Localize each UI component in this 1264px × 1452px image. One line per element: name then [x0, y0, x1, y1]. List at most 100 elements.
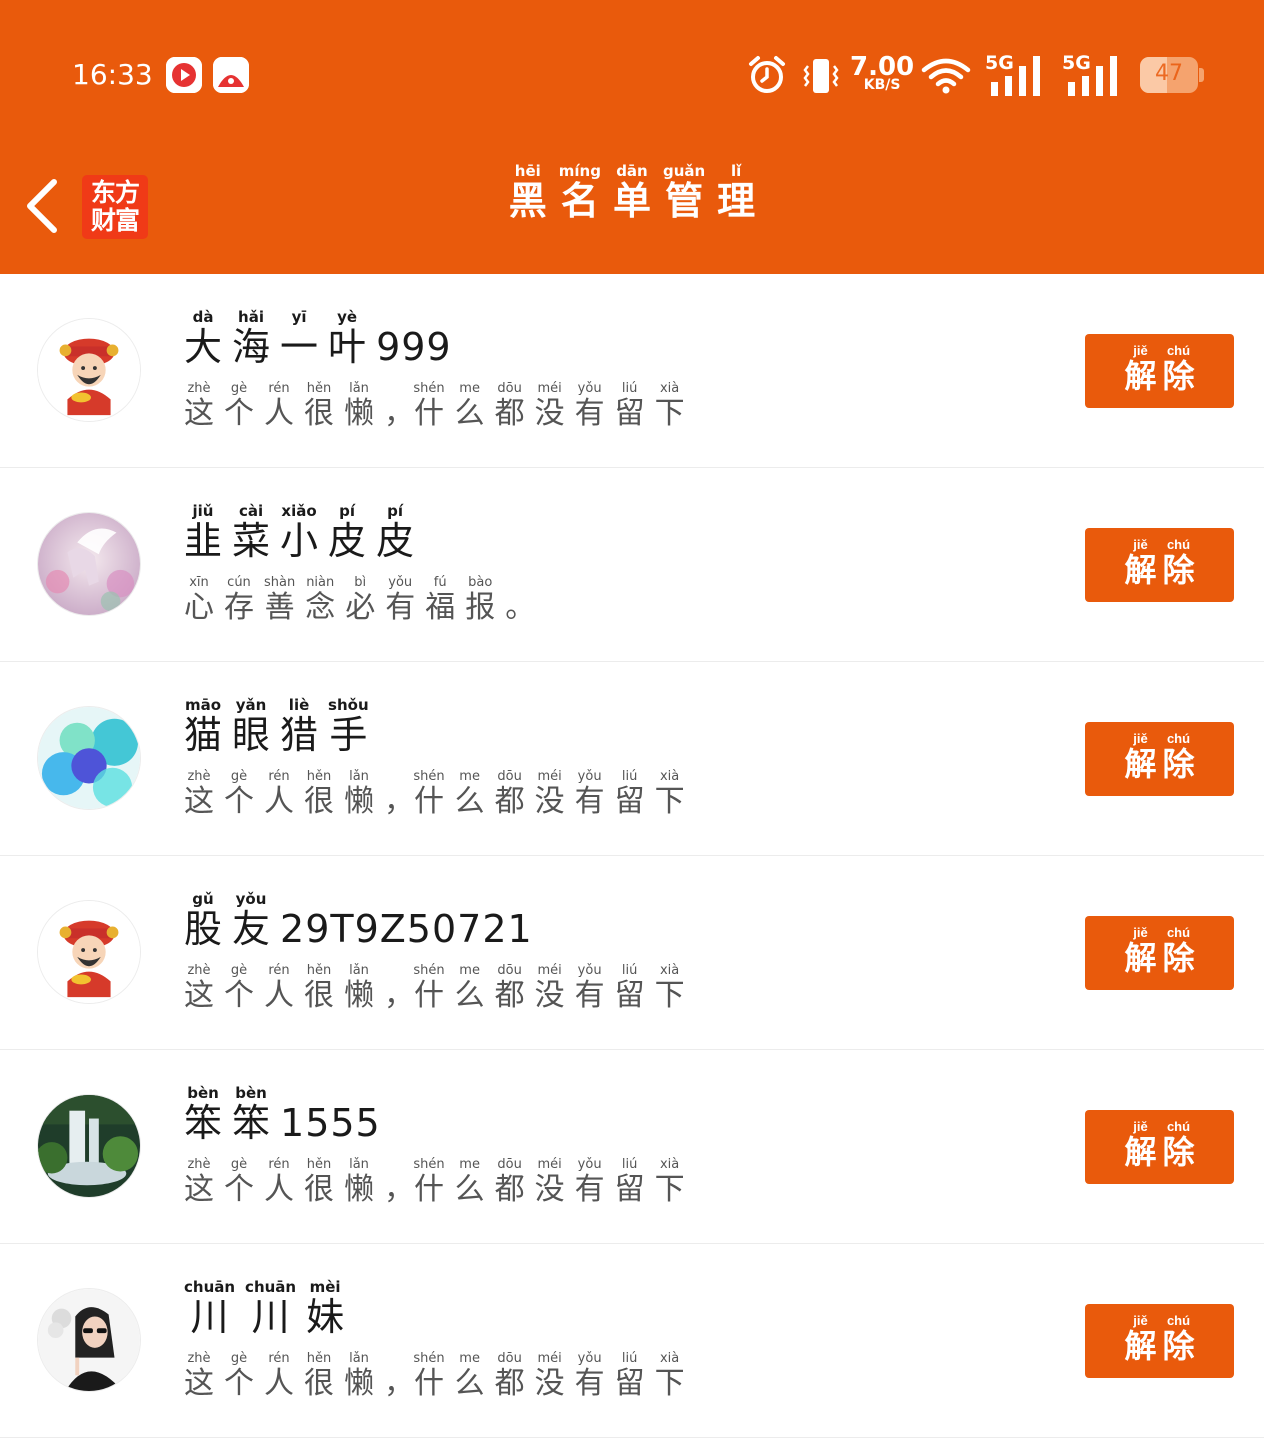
pinyin: dān — [612, 162, 651, 180]
list-item[interactable]: 韭jiǔ菜cài小xiǎo皮pí皮pí 心xīn存cún善shàn念niàn必bì… — [0, 468, 1264, 662]
hanzi-glyph: 一 — [280, 325, 319, 369]
hanzi-char: 笨bèn — [232, 1084, 271, 1145]
remove-button[interactable]: 解jiě除chú — [1085, 1110, 1234, 1184]
pinyin: yǒu — [232, 890, 271, 908]
pinyin: rén — [264, 1157, 294, 1172]
page-title: 黑hēi名míng单dān管guǎn理lǐ — [0, 162, 1264, 225]
hanzi-char: 善shàn — [264, 575, 296, 625]
hanzi-glyph: 这 — [184, 978, 214, 1013]
bubbles-avatar[interactable] — [37, 706, 141, 810]
hanzi-glyph: 留 — [614, 978, 645, 1013]
hanzi-glyph: 很 — [304, 784, 334, 819]
hanzi-char: 菜cài — [232, 502, 270, 563]
hanzi-char: 很hěn — [304, 963, 334, 1013]
god-of-wealth-avatar[interactable] — [37, 900, 141, 1004]
hanzi-char: 猎liè — [280, 696, 318, 757]
woman-avatar[interactable] — [37, 1288, 141, 1392]
hanzi-char: 么me — [455, 381, 485, 431]
user-name: 猫māo眼yǎn猎liè手shǒu — [184, 696, 379, 759]
pinyin: me — [454, 1351, 485, 1366]
pinyin: liè — [280, 696, 319, 714]
waterfall-avatar[interactable] — [37, 1094, 141, 1198]
pinyin: dōu — [494, 1157, 525, 1172]
hanzi-char: 都dōu — [494, 1351, 525, 1401]
remove-button[interactable]: 解jiě除chú — [1085, 334, 1234, 408]
pinyin: dōu — [494, 1351, 525, 1366]
hanzi-glyph: 下 — [654, 1366, 685, 1401]
alarm-icon — [748, 55, 786, 99]
pinyin: chú — [1162, 343, 1195, 358]
pinyin: shǒu — [328, 696, 369, 714]
pinyin: hěn — [304, 963, 334, 978]
remove-button[interactable]: 解jiě除chú — [1085, 916, 1234, 990]
hanzi-char: 必bì — [345, 575, 376, 625]
hanzi-char: 这zhè — [184, 381, 214, 431]
hanzi-glyph: 个 — [224, 978, 254, 1013]
hanzi-glyph: 善 — [264, 590, 296, 625]
pinyin: zhè — [184, 1351, 214, 1366]
hanzi-char: 解jiě — [1124, 925, 1156, 976]
hanzi-char: 留liú — [615, 769, 645, 819]
pinyin: māo — [184, 696, 222, 714]
pinyin: me — [454, 963, 485, 978]
dongfang-app-icon — [213, 57, 249, 93]
hanzi-glyph: 什 — [413, 1366, 445, 1401]
pinyin: mèi — [306, 1278, 345, 1296]
hanzi-char: 都dōu — [495, 963, 525, 1013]
hanzi-char: 单dān — [613, 162, 651, 223]
hanzi-char: 很hěn — [304, 1157, 334, 1207]
pinyin: yǒu — [385, 575, 416, 590]
hanzi-char: 没méi — [535, 1351, 565, 1401]
hanzi-char: 笨bèn — [184, 1084, 222, 1145]
hanzi-char: 没méi — [535, 769, 565, 819]
hanzi-glyph: 笨 — [232, 1101, 271, 1145]
god-of-wealth-avatar[interactable] — [37, 318, 141, 422]
list-item[interactable]: 笨bèn笨bèn1555 这zhè个gè人rén很hěn懒lǎn，什shén么me… — [0, 1050, 1264, 1244]
pinyin: hěn — [304, 1351, 334, 1366]
remove-button[interactable]: 解jiě除chú — [1085, 722, 1234, 796]
hanzi-glyph: 都 — [494, 1366, 525, 1401]
hanzi-glyph: 这 — [184, 1172, 214, 1207]
pinyin: gè — [224, 1351, 254, 1366]
plain-text: 29T9Z50721 — [280, 907, 533, 951]
pinyin: dōu — [494, 381, 525, 396]
remove-button[interactable]: 解jiě除chú — [1085, 1304, 1234, 1378]
pinyin: me — [454, 1157, 485, 1172]
pinyin: yǎn — [232, 696, 271, 714]
hanzi-glyph: 个 — [224, 1172, 254, 1207]
vibrate-icon — [802, 56, 840, 100]
hanzi-char: 福fú — [425, 575, 455, 625]
hanzi-glyph: 没 — [534, 978, 565, 1013]
pegasus-avatar[interactable] — [37, 512, 141, 616]
hanzi-glyph: 必 — [345, 590, 376, 625]
hanzi-glyph: 很 — [304, 1172, 334, 1207]
hanzi-char: 除chú — [1163, 925, 1195, 976]
hanzi-glyph: 下 — [654, 1172, 685, 1207]
pinyin: shén — [413, 1157, 445, 1172]
remove-button[interactable]: 解jiě除chú — [1085, 528, 1234, 602]
list-item[interactable]: 猫māo眼yǎn猎liè手shǒu 这zhè个gè人rén很hěn懒lǎn，什sh… — [0, 662, 1264, 856]
status-bar: 16:33 7.00 KB/S 5G 5G 47 — [0, 0, 1264, 150]
pinyin: xià — [654, 769, 685, 784]
pinyin: me — [454, 381, 485, 396]
hanzi-char: 个gè — [224, 1351, 254, 1401]
hanzi-glyph: 懒 — [344, 1366, 374, 1401]
pinyin: liú — [614, 381, 645, 396]
pinyin: bèn — [232, 1084, 271, 1102]
pinyin: bào — [465, 575, 496, 590]
hanzi-glyph: 有 — [574, 1366, 605, 1401]
hanzi-char: 妹mèi — [306, 1278, 344, 1339]
hanzi-char: 很hěn — [304, 1351, 334, 1401]
list-item[interactable]: 川chuān川chuān妹mèi 这zhè个gè人rén很hěn懒lǎn，什shé… — [0, 1244, 1264, 1438]
pinyin: méi — [534, 963, 565, 978]
pinyin: bì — [345, 575, 376, 590]
hanzi-char: 什shén — [413, 963, 444, 1013]
pinyin: xià — [654, 1351, 685, 1366]
pinyin: lǎn — [344, 963, 374, 978]
hanzi-glyph: 除 — [1162, 746, 1195, 782]
list-item[interactable]: 股gǔ友yǒu29T9Z50721 这zhè个gè人rén很hěn懒lǎn，什sh… — [0, 856, 1264, 1050]
blacklist: 大dà海hǎi一yī叶yè999 这zhè个gè人rén很hěn懒lǎn，什shé… — [0, 274, 1264, 1438]
list-item[interactable]: 大dà海hǎi一yī叶yè999 这zhè个gè人rén很hěn懒lǎn，什shé… — [0, 274, 1264, 468]
pinyin: pí — [328, 502, 367, 520]
hanzi-glyph: 很 — [304, 1366, 334, 1401]
